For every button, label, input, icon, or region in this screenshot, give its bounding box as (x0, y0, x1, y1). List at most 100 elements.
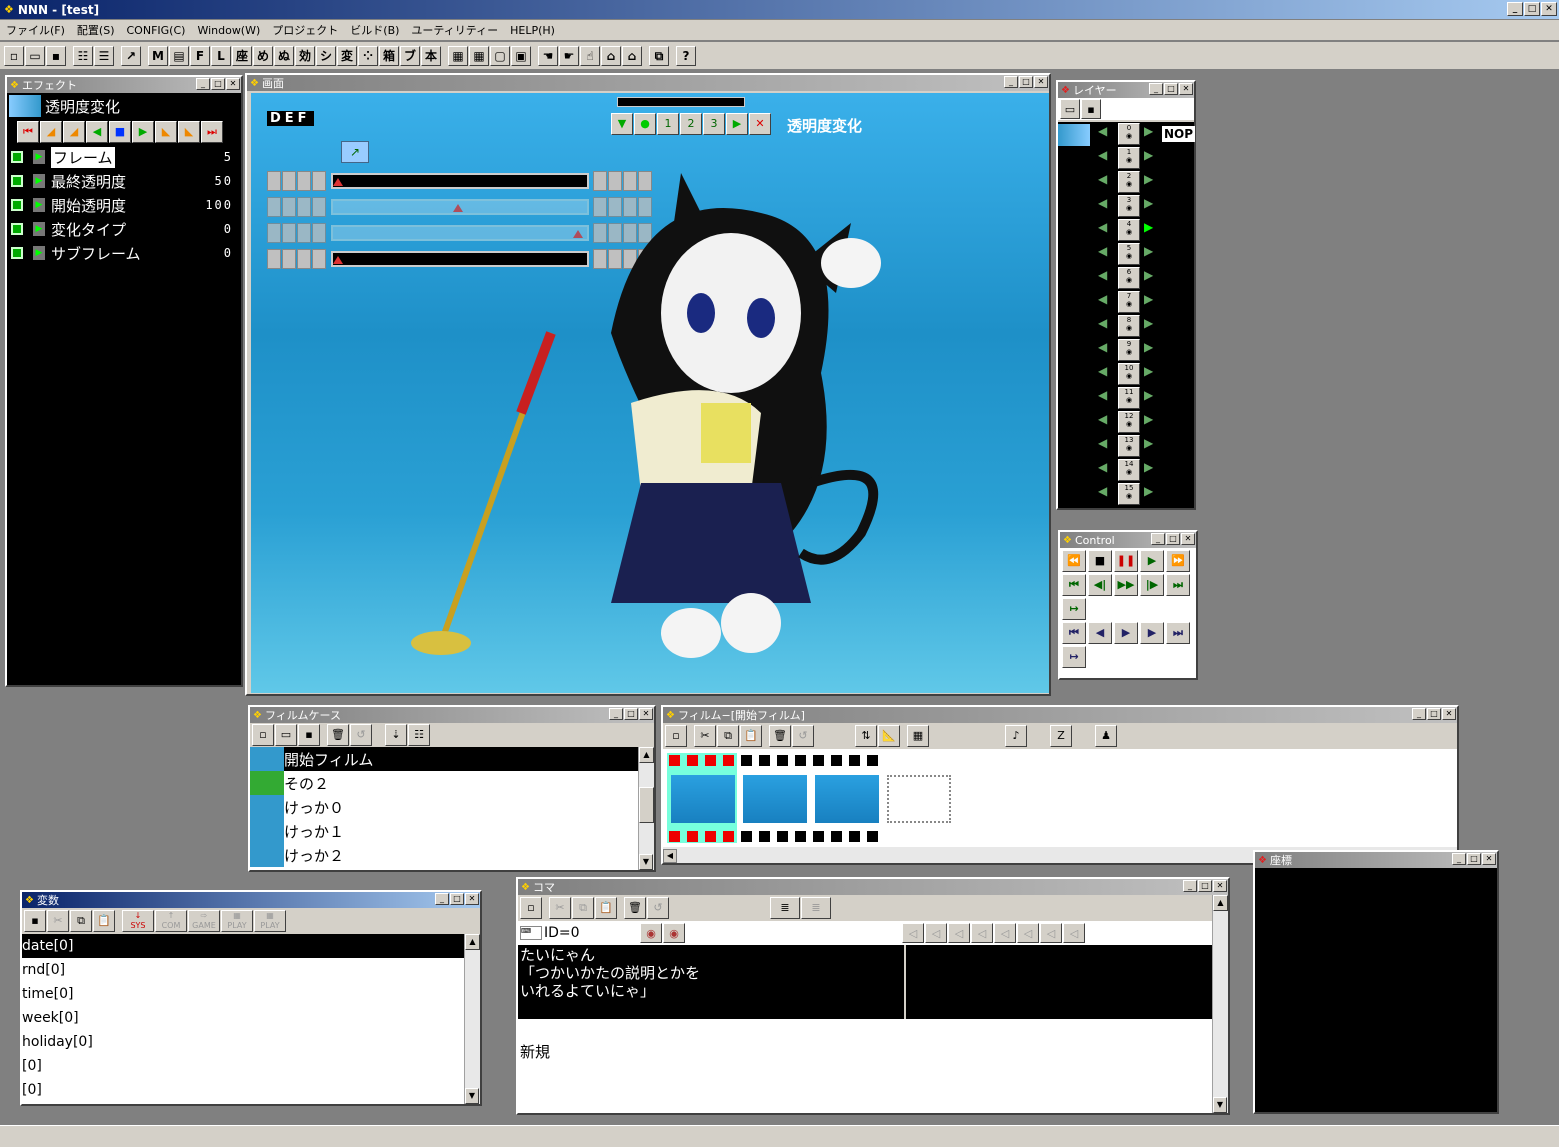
layer-left-icon[interactable]: ◀ (1098, 484, 1114, 504)
rewind-icon[interactable]: ⏪ (1062, 550, 1086, 572)
layer-right-icon[interactable]: ▶ (1144, 196, 1160, 216)
stop-icon[interactable]: ■ (109, 121, 131, 143)
eye-icon[interactable]: 10 ◉ (1118, 363, 1140, 385)
list-item[interactable]: けっか０ (250, 795, 654, 819)
scroll-down-icon[interactable]: ▼ (465, 1088, 479, 1104)
scroll-down-icon[interactable]: ▼ (639, 854, 653, 870)
param-play-icon[interactable]: ▶ (33, 246, 45, 260)
zoom-icon[interactable]: Z (1050, 725, 1072, 747)
tool-coords[interactable]: 座 (232, 45, 252, 66)
layer-left-icon[interactable]: ◀ (1098, 364, 1114, 384)
list-item[interactable]: その２ (250, 771, 654, 795)
frame-thumb[interactable] (815, 775, 879, 823)
slider-start-icon[interactable] (267, 197, 281, 217)
hand-icon[interactable]: ☚ (538, 45, 558, 66)
person-icon[interactable]: ♟ (1095, 725, 1117, 747)
param-play-icon[interactable]: ▶ (33, 174, 45, 188)
grid-icon[interactable]: ▦ (907, 725, 929, 747)
grid-icon[interactable]: ☷ (73, 45, 93, 66)
tool-l[interactable]: L (211, 45, 231, 66)
layer-row[interactable]: ◀ 5 ◉ ▶ (1098, 242, 1160, 266)
layer-right-icon[interactable]: ▶ (1144, 412, 1160, 432)
layer-row[interactable]: ◀ 9 ◉ ▶ (1098, 338, 1160, 362)
last-frame-icon[interactable]: ⏭ (201, 121, 223, 143)
tool-var[interactable]: 変 (337, 45, 357, 66)
eye-icon[interactable]: 2 ◉ (1118, 171, 1140, 193)
tool-bu[interactable]: ブ (400, 45, 420, 66)
list-item[interactable]: 開始フィルム (250, 747, 638, 771)
list-item[interactable]: time[0] (22, 982, 480, 1006)
scroll-down-icon[interactable]: ▼ (1213, 1097, 1227, 1113)
menu-window[interactable]: Window(W) (191, 24, 266, 37)
minimize-button[interactable]: _ (196, 78, 210, 90)
undo-icon[interactable]: ↺ (350, 724, 372, 746)
layer-right-icon[interactable]: ▶ (1144, 172, 1160, 192)
minimize-button[interactable]: _ (1412, 708, 1426, 720)
slider-back-icon[interactable] (282, 171, 296, 191)
layer-row[interactable]: ◀ 11 ◉ ▶ (1098, 386, 1160, 410)
eye-icon[interactable]: 4 ◉ (1118, 219, 1140, 241)
eye-icon[interactable]: 14 ◉ (1118, 459, 1140, 481)
slider-back2-icon[interactable] (297, 197, 311, 217)
tool-book[interactable]: 本 (421, 45, 441, 66)
minimize-button[interactable]: _ (609, 708, 623, 720)
open-folder-icon[interactable]: ▭ (25, 45, 45, 66)
minimize-button[interactable]: _ (1507, 2, 1523, 16)
minimize-button[interactable]: _ (435, 893, 449, 905)
layer-left-icon[interactable]: ◀ (1098, 340, 1114, 360)
maximize-button[interactable]: □ (211, 78, 225, 90)
text-view-icon[interactable]: ≣ (770, 897, 800, 919)
eye-icon[interactable]: 13 ◉ (1118, 435, 1140, 457)
list-item[interactable]: [0] (22, 1054, 480, 1078)
menu-layout[interactable]: 配置(S) (71, 22, 121, 38)
step-fwd-icon[interactable]: |▶ (1140, 574, 1164, 596)
copy-icon[interactable]: ⧉ (649, 45, 669, 66)
menu-config[interactable]: CONFIG(C) (121, 24, 192, 37)
copy-icon[interactable]: ⧉ (717, 725, 739, 747)
layer-left-icon[interactable]: ◀ (1098, 244, 1114, 264)
save-icon[interactable]: ▪ (298, 724, 320, 746)
play-icon[interactable]: ▶ (726, 113, 748, 135)
save-icon[interactable]: ▪ (1081, 99, 1101, 119)
building-icon[interactable]: ⌂ (601, 45, 621, 66)
koma-scrollbar[interactable]: ▲ ▼ (1212, 895, 1228, 1113)
scroll-up-icon[interactable]: ▲ (465, 934, 480, 950)
tool-effect[interactable]: 効 (295, 45, 315, 66)
tool-shi[interactable]: シ (316, 45, 336, 66)
slider-prev-icon[interactable] (312, 223, 326, 243)
close-button[interactable]: ✕ (1181, 533, 1195, 545)
undo-icon[interactable]: ↺ (792, 725, 814, 747)
param-check-icon[interactable] (11, 151, 23, 163)
nav-end-icon[interactable]: ⏭ (1166, 622, 1190, 644)
slider-thumb[interactable] (333, 178, 343, 186)
step-fwd2-icon[interactable]: ◣ (178, 121, 200, 143)
maximize-button[interactable]: □ (1524, 2, 1540, 16)
slot-3-icon[interactable]: 3 (703, 113, 725, 135)
layer-right-icon[interactable]: ▶ (1144, 460, 1160, 480)
nav-jump-icon[interactable]: ↦ (1062, 646, 1086, 668)
minimize-button[interactable]: _ (1183, 880, 1197, 892)
cut-icon[interactable]: ✂ (694, 725, 716, 747)
fast-forward-icon[interactable]: ⏩ (1166, 550, 1190, 572)
move-icon[interactable]: ⇅ (855, 725, 877, 747)
param-row[interactable]: ▶ フレーム 5 (7, 145, 241, 169)
jump-icon[interactable]: ↦ (1062, 598, 1086, 620)
sound-icon[interactable]: ◁ (971, 923, 993, 943)
eye-icon[interactable]: 11 ◉ (1118, 387, 1140, 409)
com-var-button[interactable]: ↑ COM (155, 910, 187, 932)
param-play-icon[interactable]: ▶ (33, 198, 45, 212)
layer-row[interactable]: ◀ 15 ◉ ▶ (1098, 482, 1160, 506)
arrow-tool-icon[interactable]: ↗ (341, 141, 369, 163)
layer-right-icon[interactable]: ▶ (1144, 388, 1160, 408)
layer-left-icon[interactable]: ◀ (1098, 292, 1114, 312)
trash-icon[interactable]: 🗑 (769, 725, 791, 747)
param-row[interactable]: ▶ 変化タイプ 0 (7, 217, 241, 241)
vars-scrollbar[interactable]: ▲ ▼ (464, 934, 480, 1104)
nav-start-icon[interactable]: ⏮ (1062, 622, 1086, 644)
eye-icon[interactable]: 12 ◉ (1118, 411, 1140, 433)
new-file-icon[interactable]: ▫ (520, 897, 542, 919)
step-icon[interactable]: ▶▶ (1114, 574, 1138, 596)
slider-back-icon[interactable] (282, 197, 296, 217)
menu-build[interactable]: ビルド(B) (344, 22, 405, 38)
eye-icon[interactable]: 3 ◉ (1118, 195, 1140, 217)
